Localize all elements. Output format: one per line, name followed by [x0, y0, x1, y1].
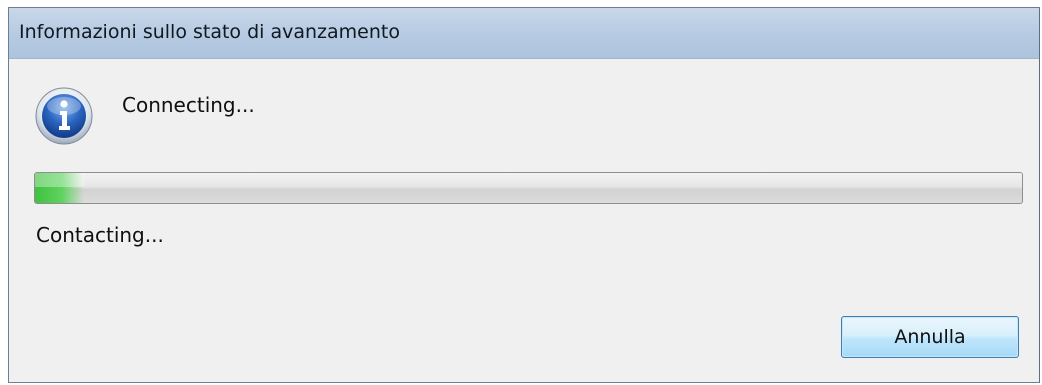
title-bar[interactable]: Informazioni sullo stato di avanzamento [9, 8, 1039, 59]
progress-bar [34, 172, 1023, 204]
progress-bar-fill [35, 173, 85, 203]
progress-dialog-window: Informazioni sullo stato di avanzamento [8, 7, 1040, 383]
cancel-button[interactable]: Annulla [841, 316, 1019, 358]
status-detail: Contacting... [36, 223, 164, 247]
status-message: Connecting... [122, 93, 255, 117]
dialog-body: Connecting... Contacting... Annulla [9, 59, 1039, 382]
window-title: Informazioni sullo stato di avanzamento [19, 21, 400, 43]
info-icon [35, 87, 93, 145]
